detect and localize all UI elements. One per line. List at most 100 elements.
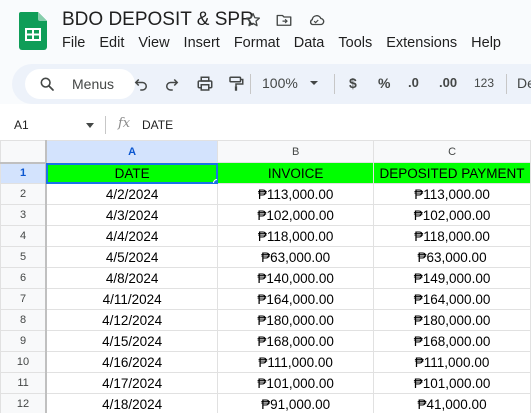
table-cell[interactable]: 4/16/2024 (45, 351, 219, 373)
zoom-select[interactable]: 100% (262, 75, 298, 91)
menu-file[interactable]: File (55, 35, 92, 51)
row-header[interactable]: 12 (0, 393, 48, 413)
row-header[interactable]: 6 (0, 267, 48, 289)
table-row: 5 4/5/2024 ₱63,000.00 ₱63,000.00 (0, 246, 531, 268)
table-row: 4 4/4/2024 ₱118,000.00 ₱118,000.00 (0, 225, 531, 247)
table-cell[interactable]: 4/17/2024 (45, 372, 219, 394)
table-cell[interactable]: 4/5/2024 (45, 246, 219, 268)
row-header[interactable]: 5 (0, 246, 48, 268)
table-cell[interactable]: ₱113,000.00 (217, 183, 375, 205)
undo-icon[interactable] (132, 75, 150, 93)
toolbar-divider (334, 74, 335, 94)
cell-a1[interactable]: DATE (45, 162, 219, 184)
table-cell[interactable]: ₱111,000.00 (217, 351, 375, 373)
increase-decimal-button[interactable]: .00 (439, 75, 457, 90)
star-icon[interactable] (244, 11, 262, 29)
paint-format-icon[interactable] (227, 75, 245, 93)
table-cell[interactable]: 4/8/2024 (45, 267, 219, 289)
table-cell[interactable]: ₱41,000.00 (373, 393, 531, 413)
row-header[interactable]: 1 (0, 162, 48, 184)
table-row: 1 DATE INVOICE DEPOSITED PAYMENT (0, 162, 531, 184)
percent-format-button[interactable]: % (378, 75, 390, 91)
menu-edit[interactable]: Edit (92, 35, 131, 51)
table-cell[interactable]: 4/3/2024 (45, 204, 219, 226)
spreadsheet-grid: A B C 1 DATE INVOICE DEPOSITED PAYMENT 2… (0, 140, 531, 413)
row-header[interactable]: 9 (0, 330, 48, 352)
search-menus-button[interactable]: Menus (25, 69, 135, 99)
table-cell[interactable]: ₱140,000.00 (217, 267, 375, 289)
table-cell[interactable]: ₱118,000.00 (373, 225, 531, 247)
table-cell[interactable]: ₱63,000.00 (217, 246, 375, 268)
table-cell[interactable]: ₱111,000.00 (373, 351, 531, 373)
menu-view[interactable]: View (131, 35, 176, 51)
font-select[interactable]: De (517, 75, 531, 91)
table-cell[interactable]: 4/15/2024 (45, 330, 219, 352)
table-cell[interactable]: ₱168,000.00 (217, 330, 375, 352)
menu-help[interactable]: Help (464, 35, 508, 51)
print-icon[interactable] (196, 75, 214, 93)
cell-text: DATE (114, 165, 150, 181)
table-cell[interactable]: ₱101,000.00 (373, 372, 531, 394)
table-cell[interactable]: 4/18/2024 (45, 393, 219, 413)
table-cell[interactable]: ₱180,000.00 (217, 309, 375, 331)
table-cell[interactable]: ₱149,000.00 (373, 267, 531, 289)
zoom-dropdown-icon[interactable] (308, 77, 320, 89)
table-cell[interactable]: ₱113,000.00 (373, 183, 531, 205)
table-cell[interactable]: 4/2/2024 (45, 183, 219, 205)
function-icon: fx (118, 116, 131, 131)
sheets-logo-icon[interactable] (19, 12, 47, 50)
row-header[interactable]: 4 (0, 225, 48, 247)
table-cell[interactable]: ₱101,000.00 (217, 372, 375, 394)
select-all-corner[interactable] (0, 140, 48, 164)
fill-handle[interactable] (213, 179, 217, 183)
currency-format-button[interactable]: $ (349, 75, 357, 91)
table-cell[interactable]: 4/12/2024 (45, 309, 219, 331)
formula-divider (105, 116, 106, 134)
formula-input[interactable]: DATE (142, 118, 173, 132)
cloud-saved-icon[interactable] (307, 11, 325, 29)
toolbar-divider (250, 74, 251, 94)
table-cell[interactable]: ₱168,000.00 (373, 330, 531, 352)
table-cell[interactable]: ₱164,000.00 (217, 288, 375, 310)
menu-insert[interactable]: Insert (177, 35, 227, 51)
table-row: 11 4/17/2024 ₱101,000.00 ₱101,000.00 (0, 372, 531, 394)
table-cell[interactable]: ₱102,000.00 (373, 204, 531, 226)
move-folder-icon[interactable] (275, 11, 293, 29)
cell-b1[interactable]: INVOICE (217, 162, 375, 184)
table-cell[interactable]: ₱118,000.00 (217, 225, 375, 247)
name-box-dropdown-icon[interactable] (86, 123, 94, 128)
menus-label: Menus (72, 76, 115, 92)
table-cell[interactable]: ₱102,000.00 (217, 204, 375, 226)
sheet-body: 1 DATE INVOICE DEPOSITED PAYMENT 2 4/2/2… (0, 162, 531, 413)
column-header-a[interactable]: A (45, 140, 219, 163)
decrease-decimal-button[interactable]: .0 (408, 75, 419, 90)
table-cell[interactable]: 4/4/2024 (45, 225, 219, 247)
name-box[interactable]: A1 (14, 118, 29, 132)
menu-format[interactable]: Format (227, 35, 287, 51)
table-cell[interactable]: ₱164,000.00 (373, 288, 531, 310)
menu-data[interactable]: Data (287, 35, 332, 51)
document-title[interactable]: BDO DEPOSIT & SPR (62, 9, 254, 31)
column-header-c[interactable]: C (373, 140, 531, 163)
row-header[interactable]: 8 (0, 309, 48, 331)
table-row: 9 4/15/2024 ₱168,000.00 ₱168,000.00 (0, 330, 531, 352)
cell-c1[interactable]: DEPOSITED PAYMENT (373, 162, 531, 184)
row-header[interactable]: 3 (0, 204, 48, 226)
more-formats-button[interactable]: 123 (474, 76, 494, 90)
row-header[interactable]: 11 (0, 372, 48, 394)
row-header[interactable]: 10 (0, 351, 48, 373)
table-row: 8 4/12/2024 ₱180,000.00 ₱180,000.00 (0, 309, 531, 331)
row-header[interactable]: 7 (0, 288, 48, 310)
redo-icon[interactable] (163, 75, 181, 93)
menu-tools[interactable]: Tools (331, 35, 379, 51)
table-row: 10 4/16/2024 ₱111,000.00 ₱111,000.00 (0, 351, 531, 373)
table-cell[interactable]: ₱63,000.00 (373, 246, 531, 268)
row-header[interactable]: 2 (0, 183, 48, 205)
table-row: 7 4/11/2024 ₱164,000.00 ₱164,000.00 (0, 288, 531, 310)
table-cell[interactable]: ₱91,000.00 (217, 393, 375, 413)
menu-extensions[interactable]: Extensions (379, 35, 464, 51)
table-cell[interactable]: ₱180,000.00 (373, 309, 531, 331)
table-cell[interactable]: 4/11/2024 (45, 288, 219, 310)
column-header-b[interactable]: B (217, 140, 375, 163)
toolbar-area: Menus 100% $ % .0 .00 123 D (0, 62, 531, 104)
